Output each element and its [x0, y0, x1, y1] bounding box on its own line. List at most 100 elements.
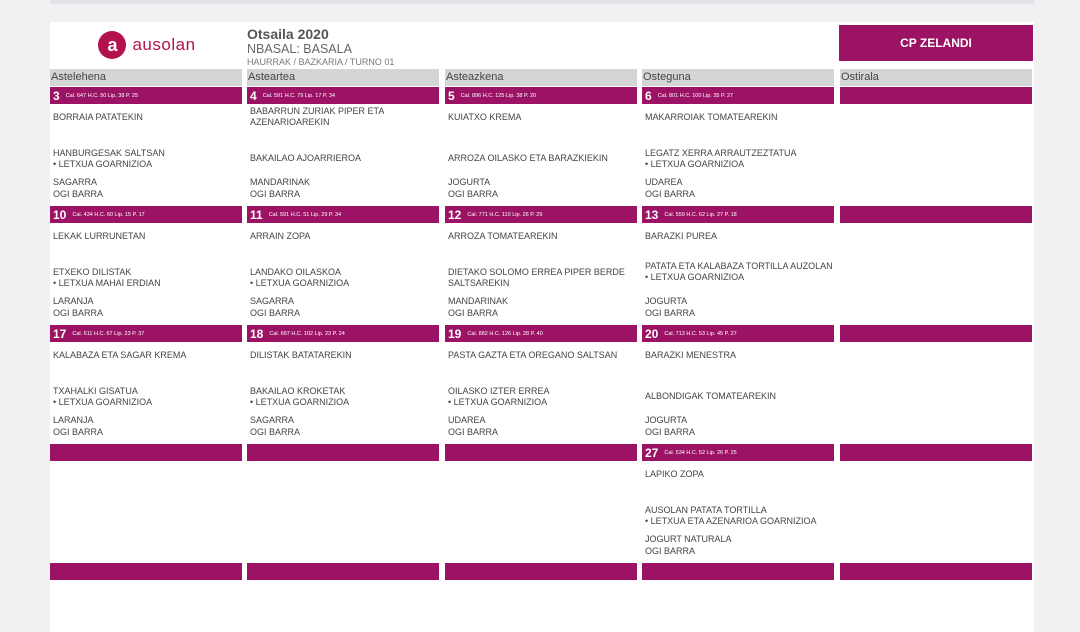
dessert: JOGURTA: [645, 296, 688, 306]
first-course: MAKARROIAK TOMATEAREKIN: [645, 112, 778, 122]
day-number: 6: [645, 88, 652, 103]
bread: OGI BARRA: [250, 427, 301, 437]
second-course-garnish: LETXUA ETA AZENARIOA GOARNIZIOA: [645, 516, 833, 527]
day-number: 20: [645, 326, 659, 341]
first-course: ARROZA TOMATEAREKIN: [448, 231, 558, 241]
nutrition-info: Cal. 882 H.C. 126 Lip. 28 P. 40: [467, 330, 543, 337]
nutrition-info: Cal. 591 H.C. 51 Lip. 29 P. 34: [268, 211, 342, 218]
bread: OGI BARRA: [250, 189, 301, 199]
day-header: Asteazkena: [445, 69, 637, 86]
dessert: SAGARRA: [53, 177, 98, 187]
second-course-name: TXAHALKI GISATUA: [53, 385, 138, 396]
second-course-name: ALBONDIGAK TOMATEAREKIN: [645, 391, 777, 401]
day-bar: [840, 444, 1032, 461]
day-column: Astelehena 3 Cal. 647 H.C. 50 Lip. 38 P. 2…: [50, 22, 242, 632]
first-course: KALABAZA ETA SAGAR KREMA: [53, 350, 187, 360]
bread: OGI BARRA: [645, 189, 696, 199]
day-bar: 6 Cal. 801 H.C. 100 Lip. 35 P. 27: [642, 87, 834, 104]
day-bar: 5 Cal. 896 H.C. 125 Lip. 38 P. 20: [445, 87, 637, 104]
day-number: 19: [448, 326, 462, 341]
bread: OGI BARRA: [645, 427, 696, 437]
dessert: SAGARRA: [250, 296, 295, 306]
day-bar: [642, 563, 834, 580]
first-course: LEKAK LURRUNETAN: [53, 231, 146, 241]
first-course: DILISTAK BATATAREKIN: [250, 350, 352, 360]
first-course: BORRAIA PATATEKIN: [53, 112, 143, 122]
bread: OGI BARRA: [53, 189, 104, 199]
second-course-garnish: LETXUA GOARNIZIOA: [53, 159, 241, 170]
second-course: OILASKO IZTER ERREALETXUA GOARNIZIOA: [448, 386, 636, 408]
dessert: JOGURTA: [448, 177, 491, 187]
second-course-name: LANDAKO OILASKOA: [250, 266, 342, 277]
nutrition-info: Cal. 591 H.C. 79 Lip. 17 P. 34: [262, 92, 336, 99]
day-number: 27: [645, 445, 659, 460]
bread: OGI BARRA: [448, 189, 499, 199]
second-course: LANDAKO OILASKOALETXUA GOARNIZIOA: [250, 267, 438, 289]
second-course: ARROZA OILASKO ETA BARAZKIEKIN: [448, 153, 636, 164]
second-course-name: PATATA ETA KALABAZA TORTILLA AUZOLAN: [645, 261, 833, 271]
second-course: AUSOLAN PATATA TORTILLALETXUA ETA AZENAR…: [645, 505, 833, 527]
day-bar: 27 Cal. 534 H.C. 52 Lip. 26 P. 25: [642, 444, 834, 461]
day-number: 5: [448, 88, 455, 103]
first-course: BABARRUN ZURIAK PIPER ETA AZENARIOAREKIN: [250, 106, 384, 127]
second-course-name: OILASKO IZTER ERREA: [448, 385, 550, 396]
dessert: UDAREA: [645, 177, 683, 187]
bread: OGI BARRA: [448, 308, 499, 318]
day-number: 11: [250, 207, 263, 222]
dessert: LARANJA: [53, 415, 94, 425]
day-number: 10: [53, 207, 67, 222]
bread: OGI BARRA: [250, 308, 301, 318]
first-course: PASTA GAZTA ETA OREGANO SALTSAN: [448, 350, 618, 360]
second-course-garnish: LETXUA GOARNIZIOA: [250, 397, 438, 408]
second-course: BAKAILAO AJOARRIEROA: [250, 153, 438, 164]
second-course-name: AUSOLAN PATATA TORTILLA: [645, 504, 767, 515]
day-column: Osteguna 6 Cal. 801 H.C. 100 Lip. 35 P. 27…: [642, 22, 834, 632]
second-course: BAKAILAO KROKETAKLETXUA GOARNIZIOA: [250, 386, 438, 408]
first-course: LAPIKO ZOPA: [645, 469, 704, 479]
day-number: 12: [448, 207, 462, 222]
day-number: 18: [250, 326, 264, 341]
nutrition-info: Cal. 713 H.C. 53 Lip. 45 P. 27: [664, 330, 737, 337]
second-course-name: LEGATZ XERRA ARRAUTZEZTATUA: [645, 147, 797, 158]
day-header: Osteguna: [642, 69, 834, 86]
second-course-garnish: LETXUA GOARNIZIOA: [53, 397, 241, 408]
second-course: ALBONDIGAK TOMATEAREKIN: [645, 391, 833, 402]
second-course-garnish: LETXUA GOARNIZIOA: [250, 278, 438, 289]
top-scroll-edge: [50, 0, 1034, 4]
day-bar: 13 Cal. 559 H.C. 62 Lip. 27 P. 18: [642, 206, 834, 223]
day-bar: 19 Cal. 882 H.C. 126 Lip. 28 P. 40: [445, 325, 637, 342]
first-course: BARAZKI PUREA: [645, 231, 718, 241]
day-bar: [840, 325, 1032, 342]
bread: OGI BARRA: [645, 546, 696, 556]
dessert: LARANJA: [53, 296, 94, 306]
menu-sheet: a ausolan Otsaila 2020 NBASAL: BASALA HA…: [50, 22, 1034, 632]
second-course-garnish: LETXUA GOARNIZIOA: [448, 397, 636, 408]
nutrition-info: Cal. 896 H.C. 125 Lip. 38 P. 20: [460, 92, 537, 99]
day-number: 3: [53, 88, 60, 103]
day-header: Asteartea: [247, 69, 439, 86]
second-course: LEGATZ XERRA ARRAUTZEZTATUALETXUA GOARNI…: [645, 148, 833, 170]
day-number: 13: [645, 207, 659, 222]
nutrition-info: Cal. 647 H.C. 50 Lip. 38 P. 25: [65, 92, 139, 99]
day-bar: [247, 444, 439, 461]
day-bar: 17 Cal. 611 H.C. 67 Lip. 23 P. 37: [50, 325, 242, 342]
second-course: DIETAKO SOLOMO ERREA PIPER BERDE SALTSAR…: [448, 267, 636, 289]
day-bar: [840, 206, 1032, 223]
day-column: Asteartea 4 Cal. 591 H.C. 79 Lip. 17 P. 34…: [247, 22, 439, 632]
second-course-name: ETXEKO DILISTAK: [53, 266, 132, 277]
second-course: PATATA ETA KALABAZA TORTILLA AUZOLANLETX…: [645, 261, 833, 283]
bread: OGI BARRA: [645, 308, 696, 318]
dessert: JOGURTA: [645, 415, 688, 425]
dessert: JOGURT NATURALA: [645, 534, 732, 544]
bread: OGI BARRA: [53, 308, 104, 318]
nutrition-info: Cal. 801 H.C. 100 Lip. 35 P. 27: [657, 92, 734, 99]
day-bar: 18 Cal. 687 H.C. 102 Lip. 23 P. 24: [247, 325, 439, 342]
day-bar: [840, 87, 1032, 104]
dessert: MANDARINAK: [250, 177, 311, 187]
bread: OGI BARRA: [53, 427, 104, 437]
second-course-name: HANBURGESAK SALTSAN: [53, 147, 165, 158]
day-bar: [445, 563, 637, 580]
day-bar: 12 Cal. 771 H.C. 110 Lip. 26 P. 29: [445, 206, 637, 223]
day-column: Asteazkena 5 Cal. 896 H.C. 125 Lip. 38 P. …: [445, 22, 637, 632]
nutrition-info: Cal. 687 H.C. 102 Lip. 23 P. 24: [269, 330, 345, 337]
